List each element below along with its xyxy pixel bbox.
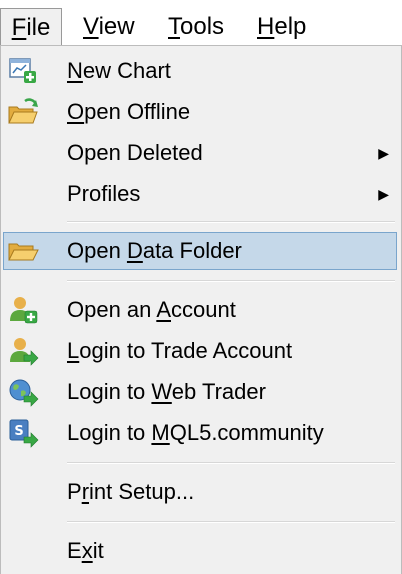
label-pre: Login to — [67, 379, 152, 404]
menu-item-exit[interactable]: Exit — [1, 532, 401, 570]
menu-help-post: elp — [274, 13, 307, 40]
menu-item-label: Exit — [67, 532, 104, 570]
menu-item-print-setup[interactable]: Print Setup... — [1, 473, 401, 511]
menu-view[interactable]: View — [83, 8, 135, 46]
menu-view-key: V — [83, 13, 99, 40]
menu-view-post: iew — [98, 13, 135, 40]
menu-item-label: Open Deleted — [67, 134, 203, 172]
menu-item-open-data-folder[interactable]: Open Data Folder — [1, 232, 401, 270]
label-post: ata Folder — [142, 238, 242, 263]
menu-item-label: Open Data Folder — [67, 232, 242, 270]
menu-item-login-web-trader[interactable]: Login to Web Trader — [1, 373, 401, 411]
label-key: N — [67, 58, 83, 83]
menu-item-open-account[interactable]: Open an Account — [1, 291, 401, 329]
label-pre: Profiles — [67, 181, 141, 206]
label-pre: E — [67, 538, 82, 563]
menu-item-label: Open an Account — [67, 291, 236, 329]
menu-item-new-chart[interactable]: New Chart — [1, 52, 401, 90]
label-key: O — [67, 99, 85, 124]
menu-separator — [67, 462, 395, 464]
menu-item-label: New Chart — [67, 52, 171, 90]
menu-item-login-trade-account[interactable]: Login to Trade Account — [1, 332, 401, 370]
menu-file-key: F — [11, 14, 27, 41]
label-key: A — [156, 297, 171, 322]
add-account-icon — [10, 297, 38, 324]
label-post: ew Chart — [82, 58, 171, 83]
menu-separator — [67, 221, 395, 223]
menu-item-login-mql5-community[interactable]: S Login to MQL5.community — [1, 414, 401, 452]
menu-separator — [67, 521, 395, 523]
menu-item-label: Profiles — [67, 175, 140, 213]
label-key: W — [151, 379, 172, 404]
label-post: it — [92, 538, 104, 563]
label-key: L — [67, 338, 80, 363]
menu-item-label: Login to Web Trader — [67, 373, 266, 411]
submenu-arrow-icon: ▶ — [378, 186, 389, 202]
menu-tools-key: T — [168, 13, 180, 40]
label-key: r — [81, 479, 90, 504]
new-chart-icon — [9, 58, 36, 83]
file-dropdown-menu: New Chart Open Offline Open Deleted ▶ Pr… — [0, 45, 402, 574]
label-pre: Open Deleted — [67, 140, 203, 165]
label-post: ccount — [171, 297, 236, 322]
label-post: eb Trader — [171, 379, 266, 404]
menu-file-post: ile — [26, 14, 51, 41]
folder-icon — [8, 243, 39, 261]
mql5-community-icon: S — [9, 419, 39, 448]
menu-file[interactable]: File — [0, 8, 62, 46]
menu-item-label: Print Setup... — [67, 473, 194, 511]
submenu-arrow-icon: ▶ — [378, 145, 389, 161]
menu-help[interactable]: Help — [257, 8, 306, 46]
menu-item-open-offline[interactable]: Open Offline — [1, 93, 401, 131]
menu-item-open-deleted[interactable]: Open Deleted ▶ — [1, 134, 401, 172]
label-key: M — [151, 420, 170, 445]
menu-item-label: Login to MQL5.community — [67, 414, 324, 452]
label-key: D — [126, 238, 143, 263]
label-pre: Open an — [67, 297, 157, 322]
menu-item-profiles[interactable]: Profiles ▶ — [1, 175, 401, 213]
login-account-icon — [10, 338, 39, 366]
svg-text:S: S — [14, 424, 23, 439]
label-pre: Login to — [67, 420, 152, 445]
menu-bar: File View Tools Help — [0, 0, 402, 46]
label-key: x — [81, 538, 93, 563]
web-trader-icon — [9, 379, 39, 407]
menu-item-label: Login to Trade Account — [67, 332, 292, 370]
label-post: int Setup... — [89, 479, 195, 504]
menu-separator — [67, 280, 395, 282]
label-post: ogin to Trade Account — [79, 338, 293, 363]
menu-help-key: H — [257, 13, 275, 40]
label-pre: P — [67, 479, 82, 504]
open-offline-icon — [8, 98, 38, 124]
menu-tools[interactable]: Tools — [168, 8, 224, 46]
menu-item-label: Open Offline — [67, 93, 190, 131]
menu-tools-post: ools — [180, 13, 225, 40]
label-pre: Open — [67, 238, 127, 263]
label-post: pen Offline — [84, 99, 191, 124]
label-post: QL5.community — [169, 420, 324, 445]
